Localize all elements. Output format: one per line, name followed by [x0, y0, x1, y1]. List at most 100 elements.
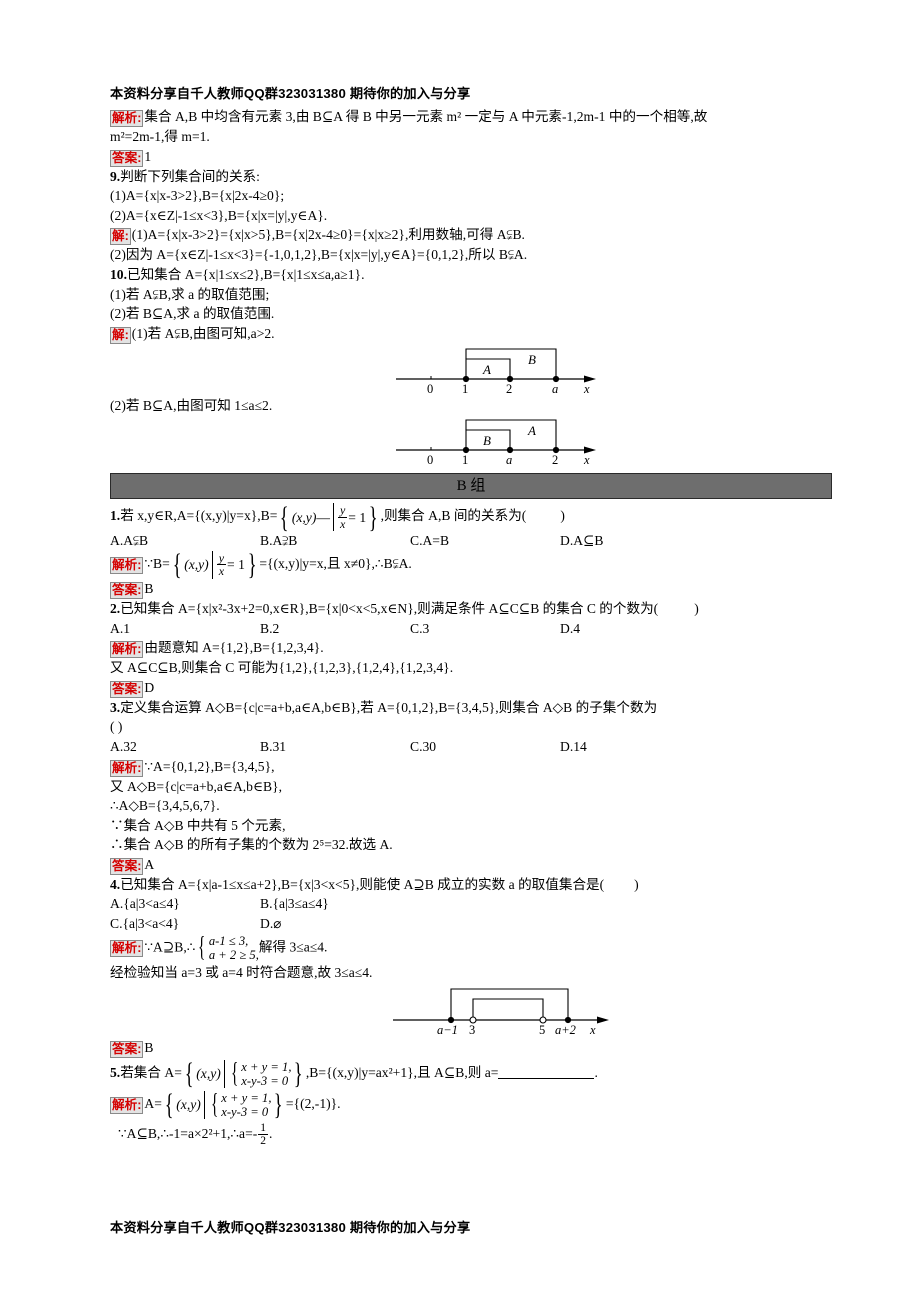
svg-text:x: x	[583, 453, 590, 467]
b-q4-system: {a-1 ≤ 3, a + 2 ≥ 5,	[195, 931, 259, 963]
b-q5-analysis-system-line-2: x-y-3 = 0	[221, 1105, 269, 1119]
b-q1-analysis-set-builder: {(x,y) y x = 1}	[170, 548, 260, 582]
b-q5-analysis-system: {x + y = 1, x-y-3 = 0	[208, 1090, 272, 1120]
svg-text:A: A	[527, 423, 536, 438]
b-q4-system-line-1: a-1 ≤ 3,	[208, 933, 249, 948]
b-q3-stem-2: ( )	[110, 719, 123, 735]
fraction-denominator: x	[218, 564, 225, 579]
b-q1-stem: 1.若 x,y∈R,A={(x,y)|y=x},B={(x,y) — y x = 1},…	[110, 500, 832, 534]
b-q5-stem: 5.若集合 A={(x,y){x + y = 1, x-y-3 = 0} ,B={(…	[110, 1058, 832, 1090]
svg-text:1: 1	[462, 382, 468, 396]
b-q4-stem-close: )	[634, 876, 639, 892]
answer-tag: 答案:	[110, 149, 144, 167]
figure-3-wrapper: a−1 3 5 a+2 x	[110, 982, 832, 1038]
b-q1-analysis-pre: ∵B=	[144, 556, 170, 572]
svg-text:a−1: a−1	[437, 1023, 458, 1037]
b-q1-frac-eq: = 1	[227, 557, 245, 573]
right-brace: }	[247, 548, 257, 582]
b-q2-stem-text: 已知集合 A={x|x²-3x+2=0,x∈R},B={x|0<x<5,x∈N}…	[120, 600, 659, 616]
b-q5-analysis-2: ∵A⊆B,∴-1=a×2²+1,∴a=- 1 2.	[110, 1120, 832, 1148]
svg-text:0: 0	[427, 453, 433, 467]
b-q4-system-lines: a-1 ≤ 3, a + 2 ≥ 5,	[209, 934, 259, 963]
b-q5-analysis-set-lead: (x,y)	[176, 1097, 201, 1112]
b-q1-option-b[interactable]: B.A⫌B	[260, 531, 410, 551]
svg-text:A: A	[482, 362, 491, 377]
fraction-numerator: y	[216, 550, 227, 566]
b-q5-number: 5.	[110, 1065, 121, 1081]
b-q2-option-d[interactable]: D.4	[560, 619, 580, 639]
svg-text:x: x	[589, 1023, 596, 1037]
system-brace: {	[198, 931, 206, 963]
q10-solution-1-text: (1)若 A⫋B,由图可知,a>2.	[131, 325, 275, 341]
b-q5-system-lines: x + y = 1, x-y-3 = 0	[241, 1060, 291, 1089]
b-q1-option-d[interactable]: D.A⊆B	[560, 531, 604, 551]
b-q5-system: {x + y = 1, x-y-3 = 0	[228, 1059, 292, 1089]
b-q1-answer: 答案: B	[110, 579, 832, 599]
b-q1-analysis-set-lead: (x,y)	[184, 557, 209, 573]
number-line-A-subset-B: A B 0 1 2 a x	[396, 348, 596, 396]
b-q1-options: A.A⫋B B.A⫌B C.A=B D.A⊆B	[110, 531, 832, 551]
vertical-bar	[332, 503, 334, 532]
section-band-b: B 组	[110, 473, 832, 500]
right-brace: }	[274, 1088, 284, 1122]
vertical-bar	[211, 550, 213, 579]
svg-text:0: 0	[427, 382, 433, 396]
b-q2-option-c[interactable]: C.3	[410, 619, 560, 639]
svg-text:a: a	[552, 382, 558, 396]
b-q4-option-b[interactable]: B.{a|3≤a≤4}	[260, 894, 329, 914]
b-q1-analysis-post: ={(x,y)|y=x,且 x≠0},∴B⫋A.	[259, 556, 412, 572]
figure-2-wrapper: B A 0 1 a 2 x	[110, 415, 832, 467]
b-q4-analysis-1: 解析: ∵A⊇B,∴{a-1 ≤ 3, a + 2 ≥ 5, 解得 3≤a≤4.	[110, 931, 832, 963]
b-q5-analysis-post: ={(2,-1)}.	[285, 1096, 341, 1112]
b-q5-system-line-1: x + y = 1,	[241, 1059, 292, 1074]
number-line-B-subset-A: B A 0 1 a 2 x	[396, 419, 596, 467]
b-q1-option-c[interactable]: C.A=B	[410, 531, 560, 551]
b-q2-answer: 答案: D	[110, 678, 832, 698]
svg-text:a+2: a+2	[555, 1023, 576, 1037]
number-line-interval-a: a−1 3 5 a+2 x	[393, 988, 609, 1037]
b-q4-answer-text: B	[144, 1040, 154, 1056]
q9-solution-1-text: (1)A={x|x-3>2}={x|x>5},B={x|2x-4≥0}={x|x…	[131, 227, 525, 243]
q9-stem-line: 9.判断下列集合间的关系:	[110, 167, 832, 187]
b-q2-option-b[interactable]: B.2	[260, 619, 410, 639]
b-q1-option-a[interactable]: A.A⫋B	[110, 531, 260, 551]
q10-sub-2: (2)若 B⊆A,求 a 的取值范围.	[110, 306, 275, 322]
b-q3-analysis-3: ∴A◇B={3,4,5,6,7}.	[110, 798, 220, 814]
b-q4-option-c[interactable]: C.{a|3<a<4}	[110, 914, 260, 934]
svg-text:2: 2	[506, 382, 512, 396]
b-q5-analysis-system-lines: x + y = 1, x-y-3 = 0	[221, 1091, 271, 1120]
svg-text:B: B	[528, 352, 536, 367]
q10-sub-1: (1)若 A⫋B,求 a 的取值范围;	[110, 286, 270, 302]
b-q3-answer-text: A	[144, 856, 155, 872]
b-q4-number: 4.	[110, 876, 121, 892]
solution-tag: 解:	[110, 326, 131, 344]
vertical-bar	[223, 1060, 225, 1089]
q9-stem-text: 判断下列集合间的关系:	[120, 168, 260, 184]
right-brace: }	[368, 500, 378, 534]
b-q5-stem-pre: 若集合 A=	[120, 1065, 182, 1081]
q8-analysis-line-1: 解析: 集合 A,B 中均含有元素 3,由 B⊆A 得 B 中另一元素 m² 一定…	[110, 107, 832, 127]
q8-analysis-text: 集合 A,B 中均含有元素 3,由 B⊆A 得 B 中另一元素 m² 一定与 A…	[144, 109, 708, 124]
b-q3-option-c[interactable]: C.30	[410, 737, 560, 757]
q9-sub-2: (2)A={x∈Z|-1≤x<3},B={x|x=|y|,y∈A}.	[110, 207, 328, 223]
figure-1-wrapper: A B 0 1 2 a x	[110, 344, 832, 396]
b-q5-analysis-1: 解析: A={(x,y){x + y = 1, x-y-3 = 0} ={(2,-1)…	[110, 1089, 832, 1120]
b-q5-analysis-set-builder: {(x,y){x + y = 1, x-y-3 = 0}	[162, 1088, 286, 1122]
b-q3-option-b[interactable]: B.31	[260, 737, 410, 757]
b-q3-option-a[interactable]: A.32	[110, 737, 260, 757]
b-q3-option-d[interactable]: D.14	[560, 737, 587, 757]
answer-blank[interactable]	[498, 1066, 595, 1080]
b-q3-number: 3.	[110, 699, 121, 715]
b-q4-options-row1: A.{a|3<a≤4} B.{a|3≤a≤4}	[110, 894, 832, 914]
b-q4-option-d[interactable]: D.⌀	[260, 914, 281, 934]
q9-solution-2: (2)因为 A={x∈Z|-1≤x<3}={-1,0,1,2},B={x|x=|…	[110, 247, 528, 263]
b-q4-option-a[interactable]: A.{a|3<a≤4}	[110, 894, 260, 914]
document-page: 本资料分享自千人教师QQ群323031380 期待你的加入与分享 解析: 集合 A…	[0, 0, 920, 1302]
q10-solution-2: (2)若 B⊆A,由图可知 1≤a≤2.	[110, 397, 273, 413]
svg-text:1: 1	[462, 453, 468, 467]
b-q3-answer: 答案: A	[110, 855, 832, 875]
b-q4-analysis-post: 解得 3≤a≤4.	[258, 939, 328, 955]
page-header: 本资料分享自千人教师QQ群323031380 期待你的加入与分享	[110, 86, 471, 101]
b-q1-stem-pre: 若 x,y∈R,A={(x,y)|y=x},B=	[120, 508, 278, 524]
b-q2-option-a[interactable]: A.1	[110, 619, 260, 639]
